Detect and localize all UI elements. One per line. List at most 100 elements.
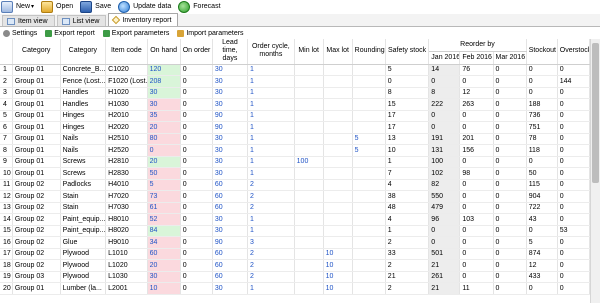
cell-rounding[interactable] (352, 225, 386, 237)
cell-rounding[interactable] (352, 190, 386, 203)
cell-reorder-jan[interactable]: 14 (428, 64, 461, 76)
cell-rounding[interactable] (352, 64, 386, 76)
cell-on-hand[interactable]: 120 (147, 64, 181, 76)
header-max-lot[interactable]: Max lot (323, 39, 353, 65)
table-row[interactable]: 16 Group 02 Glue H9010 34 0 90 3 2 0 0 0 5 0 (0, 236, 590, 249)
cell-min-lot[interactable] (294, 282, 324, 295)
cell-category[interactable]: Group 01 (12, 75, 61, 88)
cell-on-order[interactable]: 0 (180, 75, 213, 88)
cell-reorder-jan[interactable]: 21 (428, 259, 461, 272)
cell-item-code[interactable]: H7030 (105, 202, 148, 214)
cell-order-cycle[interactable]: 1 (247, 133, 295, 145)
cell-item-code[interactable]: L2001 (105, 282, 148, 295)
cell-reorder-mar[interactable]: 0 (493, 167, 527, 180)
cell-stockout[interactable]: 0 (526, 225, 558, 237)
cell-reorder-feb[interactable]: 12 (459, 87, 494, 99)
table-row[interactable]: 3 Group 01 Handles H1020 30 0 30 1 8 8 12 0 0 0 (0, 87, 590, 99)
table-row[interactable]: 19 Group 03 Plywood L1030 30 0 60 2 10 21 261 0 0 433… (0, 271, 590, 283)
cell-rounding[interactable] (352, 213, 386, 226)
table-row[interactable]: 1 Group 01 Concrete_B... C1020 120 0 30 1 5 14 76 0… (0, 64, 590, 76)
cell-item-code[interactable]: H4010 (105, 179, 148, 191)
cell-overstock[interactable]: 53 (557, 225, 590, 237)
cell-reorder-feb[interactable]: 0 (459, 259, 494, 272)
header-order-cycle[interactable]: Order cycle, months (247, 39, 295, 65)
cell-on-order[interactable]: 0 (180, 282, 213, 295)
cell-reorder-mar[interactable]: 0 (493, 271, 527, 283)
import-parameters-button[interactable]: Import parameters (177, 29, 244, 37)
scrollbar-thumb[interactable] (592, 43, 599, 183)
cell-category-2[interactable]: Stain (60, 190, 107, 203)
cell-on-hand[interactable]: 35 (147, 110, 181, 122)
cell-overstock[interactable]: 144 (557, 75, 590, 88)
cell-max-lot[interactable] (323, 213, 353, 226)
cell-reorder-feb[interactable]: 0 (459, 202, 494, 214)
cell-lead-time[interactable]: 30 (212, 282, 249, 295)
cell-stockout[interactable]: 0 (526, 87, 558, 99)
cell-min-lot[interactable]: 100 (294, 156, 324, 168)
header-item-code[interactable]: Item code (105, 39, 148, 65)
cell-on-order[interactable]: 0 (180, 121, 213, 134)
cell-category[interactable]: Group 01 (12, 156, 61, 168)
cell-reorder-mar[interactable]: 0 (493, 202, 527, 214)
cell-on-hand[interactable]: 30 (147, 98, 181, 111)
cell-category[interactable]: Group 01 (12, 167, 61, 180)
cell-safety-stock[interactable]: 33 (385, 248, 430, 260)
cell-reorder-feb[interactable]: 201 (459, 133, 494, 145)
cell-reorder-jan[interactable]: 100 (428, 156, 461, 168)
cell-safety-stock[interactable]: 48 (385, 202, 430, 214)
table-row[interactable]: 5 Group 01 Hinges H2010 35 0 90 1 17 0 0 0 736 0 (0, 110, 590, 122)
cell-reorder-jan[interactable]: 191 (428, 133, 461, 145)
cell-category-2[interactable]: Nails (60, 133, 107, 145)
cell-order-cycle[interactable]: 1 (247, 213, 295, 226)
cell-reorder-mar[interactable]: 0 (493, 75, 527, 88)
cell-reorder-mar[interactable]: 0 (493, 179, 527, 191)
cell-max-lot[interactable] (323, 236, 353, 249)
cell-stockout[interactable]: 50 (526, 167, 558, 180)
forecast-button[interactable]: Forecast (178, 0, 221, 13)
cell-lead-time[interactable]: 30 (212, 144, 249, 157)
cell-item-code[interactable]: H7020 (105, 190, 148, 203)
cell-reorder-mar[interactable]: 0 (493, 64, 527, 76)
cell-overstock[interactable]: 0 (557, 179, 590, 191)
cell-rounding[interactable] (352, 121, 386, 134)
cell-rounding[interactable] (352, 248, 386, 260)
cell-lead-time[interactable]: 30 (212, 64, 249, 76)
table-row[interactable]: 15 Group 02 Paint_equip... H8020 84 0 30 1 1 0 0 0 0… (0, 225, 590, 237)
cell-on-order[interactable]: 0 (180, 144, 213, 157)
cell-stockout[interactable]: 904 (526, 190, 558, 203)
cell-item-code[interactable]: H2830 (105, 167, 148, 180)
cell-reorder-feb[interactable]: 0 (459, 110, 494, 122)
table-row[interactable]: 20 Group 01 Lumber (la... L2001 10 0 30 1 10 2 21 1… (0, 282, 590, 295)
cell-lead-time[interactable]: 30 (212, 167, 249, 180)
cell-rounding[interactable] (352, 282, 386, 295)
cell-lead-time[interactable]: 30 (212, 133, 249, 145)
cell-safety-stock[interactable]: 7 (385, 167, 430, 180)
cell-category-2[interactable]: Paint_equip... (60, 225, 107, 237)
cell-stockout[interactable]: 5 (526, 236, 558, 249)
cell-item-code[interactable]: H2010 (105, 110, 148, 122)
header-on-order[interactable]: On order (180, 39, 213, 65)
cell-safety-stock[interactable]: 1 (385, 156, 430, 168)
cell-max-lot[interactable] (323, 133, 353, 145)
update-data-button[interactable]: Update data (118, 0, 171, 13)
cell-order-cycle[interactable]: 2 (247, 259, 295, 272)
cell-rounding[interactable] (352, 75, 386, 88)
cell-order-cycle[interactable]: 2 (247, 271, 295, 283)
cell-rounding[interactable] (352, 87, 386, 99)
cell-reorder-feb[interactable]: 0 (459, 179, 494, 191)
cell-safety-stock[interactable]: 2 (385, 282, 430, 295)
cell-safety-stock[interactable]: 17 (385, 121, 430, 134)
cell-max-lot[interactable] (323, 179, 353, 191)
cell-category-2[interactable]: Stain (60, 202, 107, 214)
tab-list-view[interactable]: List view (56, 15, 107, 26)
cell-rounding[interactable] (352, 236, 386, 249)
header-min-lot[interactable]: Min lot (294, 39, 324, 65)
cell-order-cycle[interactable]: 2 (247, 248, 295, 260)
cell-max-lot[interactable]: 10 (323, 259, 353, 272)
cell-safety-stock[interactable]: 13 (385, 133, 430, 145)
cell-on-order[interactable]: 0 (180, 248, 213, 260)
cell-item-code[interactable]: H2520 (105, 144, 148, 157)
cell-reorder-mar[interactable]: 0 (493, 133, 527, 145)
cell-rounding[interactable] (352, 259, 386, 272)
cell-category[interactable]: Group 02 (12, 259, 61, 272)
